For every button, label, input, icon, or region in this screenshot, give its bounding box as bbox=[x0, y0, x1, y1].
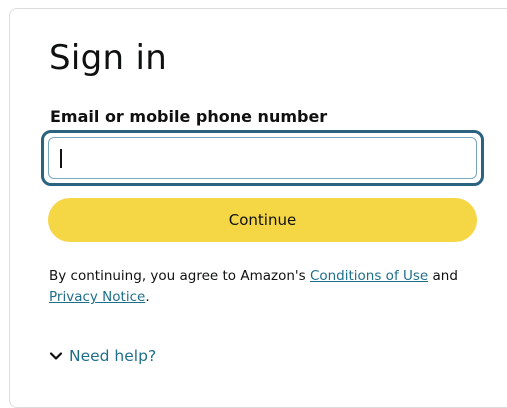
need-help-toggle[interactable]: Need help? bbox=[49, 347, 156, 365]
legal-notice: By continuing, you agree to Amazon's Con… bbox=[49, 266, 469, 308]
email-input[interactable] bbox=[48, 137, 477, 179]
email-field-focus-ring bbox=[41, 130, 484, 186]
need-help-label: Need help? bbox=[69, 347, 157, 365]
chevron-down-icon bbox=[49, 352, 63, 360]
continue-button[interactable]: Continue bbox=[48, 198, 477, 242]
legal-middle: and bbox=[428, 268, 458, 284]
email-label: Email or mobile phone number bbox=[50, 107, 328, 126]
conditions-of-use-link[interactable]: Conditions of Use bbox=[310, 268, 428, 284]
page-title: Sign in bbox=[49, 38, 168, 78]
privacy-notice-link[interactable]: Privacy Notice bbox=[49, 289, 145, 305]
text-caret bbox=[60, 149, 62, 168]
legal-prefix: By continuing, you agree to Amazon's bbox=[49, 268, 310, 284]
legal-suffix: . bbox=[145, 289, 150, 305]
